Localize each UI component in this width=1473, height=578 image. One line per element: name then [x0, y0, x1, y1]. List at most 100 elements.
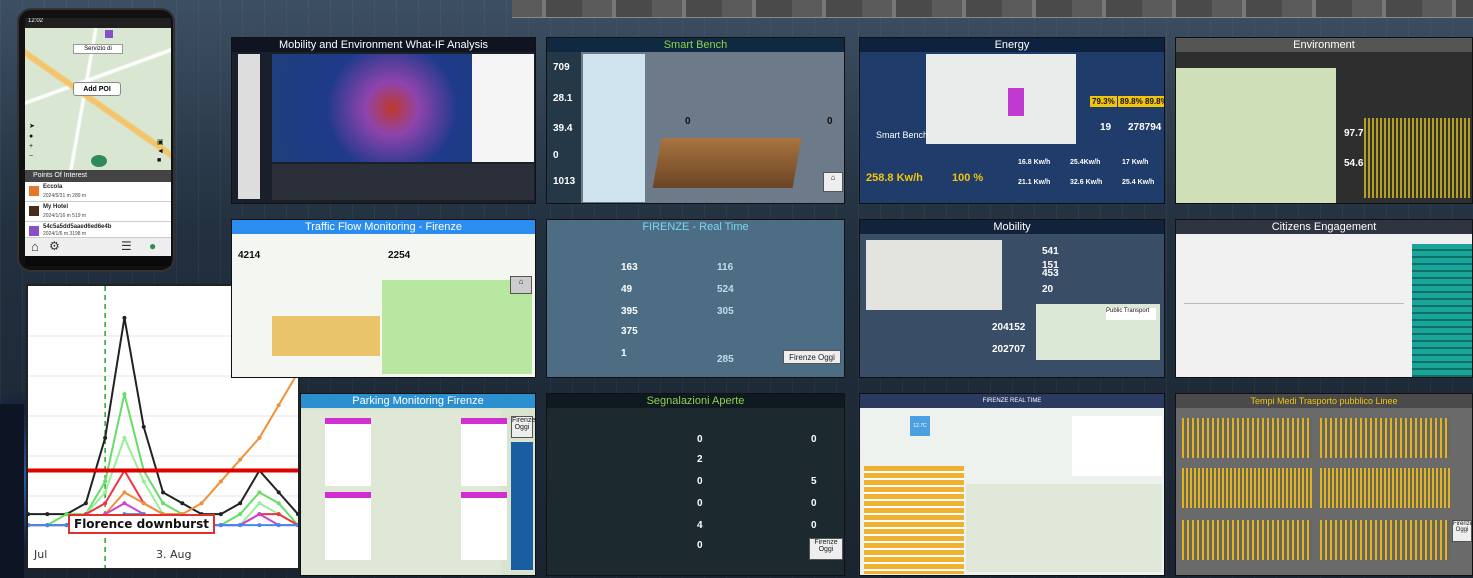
event-list [864, 466, 964, 574]
traffic-value: 2254 [388, 250, 411, 261]
tile-citizens[interactable]: Citizens Engagement [1175, 219, 1473, 378]
parking-card [325, 492, 371, 560]
tile-title: Mobility and Environment What-IF Analysi… [232, 38, 535, 52]
pct-total: 100 % [952, 172, 984, 184]
data-point [218, 479, 223, 484]
tile-title: Smart Bench [547, 38, 844, 52]
poi-header: Points Of Interest [25, 170, 171, 182]
night-city-photo [0, 404, 24, 578]
tile-traffic[interactable]: Traffic Flow Monitoring - Firenze 4214 2… [231, 219, 536, 378]
firenze-oggi-button[interactable]: Firenze Oggi [783, 350, 841, 364]
data-point [257, 435, 262, 440]
seg-value: 2 [697, 454, 703, 465]
legend-panel [238, 54, 260, 199]
poi-header-label: Points Of Interest [33, 172, 88, 179]
seg-value: 5 [811, 476, 817, 487]
tile-environment[interactable]: Environment 97.7 54.6 [1175, 37, 1473, 204]
tile-realtime-multi[interactable]: FIRENZE REAL TIME 12.7C [859, 393, 1165, 576]
line-chart [1320, 418, 1450, 458]
data-point [257, 512, 262, 517]
poi-meta: 2024/1/6 m 3198 m [43, 231, 87, 237]
smartphone: 12:02 Servizio di ➤ ● + − ▣ ◄ ■ Add POI Point… [17, 8, 175, 272]
poi-marker-icon[interactable] [105, 30, 113, 38]
parking-card [325, 418, 371, 486]
traffic-value: 4214 [238, 250, 261, 261]
flow-value: 32.6 Kw/h [1070, 179, 1103, 186]
bench-image [652, 138, 802, 188]
data-point [199, 501, 204, 506]
home-icon[interactable]: ⌂ [31, 239, 39, 254]
parking-card [461, 492, 507, 560]
user-icon[interactable]: ● [149, 239, 156, 253]
tile-segnalazioni[interactable]: Segnalazioni Aperte 0 2 0 0 4 0 0 5 0 0 … [546, 393, 845, 576]
tile-title: Segnalazioni Aperte [547, 394, 844, 408]
timeline-chart [272, 164, 534, 200]
heatmap-map[interactable] [272, 54, 472, 162]
parking-card [461, 418, 507, 486]
rt-value: 49 [621, 284, 633, 295]
engagement-chart [1184, 274, 1404, 304]
data-point [103, 501, 108, 506]
flow-value: 25.4 Kw/h [1122, 179, 1155, 186]
charging-stations [1008, 88, 1024, 116]
data-point [141, 501, 146, 506]
mob-value: 202707 [992, 344, 1026, 355]
data-point [103, 435, 108, 440]
data-point [161, 490, 165, 495]
poi-meta: 2024/1/16 m 519 m [43, 213, 87, 219]
tile-energy[interactable]: Energy 79.3% 89.8% 89.8% 19 278794 Smart… [859, 37, 1165, 204]
data-point [276, 512, 281, 517]
tile-smart-bench[interactable]: Smart Bench 709 28.1 39.4 0 1013 0 0 ⌂ [546, 37, 845, 204]
sensor-value: 97.7 [1344, 128, 1364, 139]
rt-value: 375 [621, 326, 638, 337]
rt-value: 1 [621, 348, 627, 359]
firenze-oggi-button[interactable]: Firenze Oggi [511, 416, 535, 438]
map-tools[interactable]: ➤ ● + − [29, 122, 35, 162]
data-point [218, 523, 223, 528]
mob-value: 453 [1042, 268, 1059, 279]
firenze-oggi-button[interactable]: Firenze Oggi [809, 538, 843, 560]
home-icon[interactable]: ⌂ [510, 276, 532, 294]
bench-label: Smart Bench [876, 130, 929, 140]
tile-mobility[interactable]: Mobility 541 151 453 20 204152 202707 Pu… [859, 219, 1165, 378]
kpi-value: 278794 [1128, 122, 1162, 133]
mobility-map[interactable] [866, 240, 1002, 310]
firenze-oggi-button[interactable]: Firenze Oggi [1452, 520, 1472, 542]
tile-title: Mobility [860, 220, 1164, 234]
rt-value: 116 [717, 262, 734, 273]
events-map[interactable] [966, 484, 1162, 572]
poi-title: My Hotel [43, 204, 69, 210]
tile-title: Energy [860, 38, 1164, 52]
phone-map[interactable]: Servizio di ➤ ● + − ▣ ◄ ■ [25, 28, 171, 170]
tile-title: Traffic Flow Monitoring - Firenze [232, 220, 535, 234]
map-label: Servizio di [73, 44, 123, 54]
poi-list-item[interactable]: 54c5a5dd5aaed6ed6e4b 2024/1/6 m 3198 m [25, 222, 171, 238]
data-point [276, 403, 281, 408]
map-side-icons[interactable]: ▣ ◄ ■ [157, 138, 165, 166]
tile-parking[interactable]: Parking Monitoring Firenze Firenze Oggi [300, 393, 536, 576]
poi-list-item[interactable]: Eccola 2024/5/31 m 289 m [25, 182, 171, 202]
data-point [276, 501, 281, 506]
energy-map[interactable] [926, 54, 1076, 144]
tile-realtime[interactable]: FIRENZE - Real Time 163 49 395 375 1 116… [546, 219, 845, 378]
temp-badge: 12.7C [910, 416, 930, 436]
data-point [122, 501, 127, 506]
tile-tempi[interactable]: Tempi Medi Trasporto pubblico Linee Fire… [1175, 393, 1473, 576]
data-point [276, 523, 281, 528]
sensor-value: 54.6 [1344, 158, 1364, 169]
poi-list-item[interactable]: My Hotel 2024/1/16 m 519 m [25, 202, 171, 222]
seg-value: 0 [697, 498, 703, 509]
tile-mobility-whatif[interactable]: Mobility and Environment What-IF Analysi… [231, 37, 536, 204]
add-poi-button[interactable]: Add POI [73, 82, 121, 96]
search-list-icon[interactable]: ☰ [121, 239, 132, 253]
user-group-icon[interactable] [91, 155, 107, 167]
settings-icon[interactable]: ⚙ [49, 239, 60, 253]
kpi-value: 0 [553, 150, 559, 161]
transport-map[interactable]: Public Transport [1036, 304, 1160, 360]
flow-value: 17 Kw/h [1122, 159, 1149, 166]
data-point [103, 490, 108, 495]
rt-value: 395 [621, 306, 638, 317]
line-chart [1182, 520, 1312, 560]
home-icon[interactable]: ⌂ [823, 172, 843, 192]
environment-map[interactable] [1176, 68, 1336, 203]
